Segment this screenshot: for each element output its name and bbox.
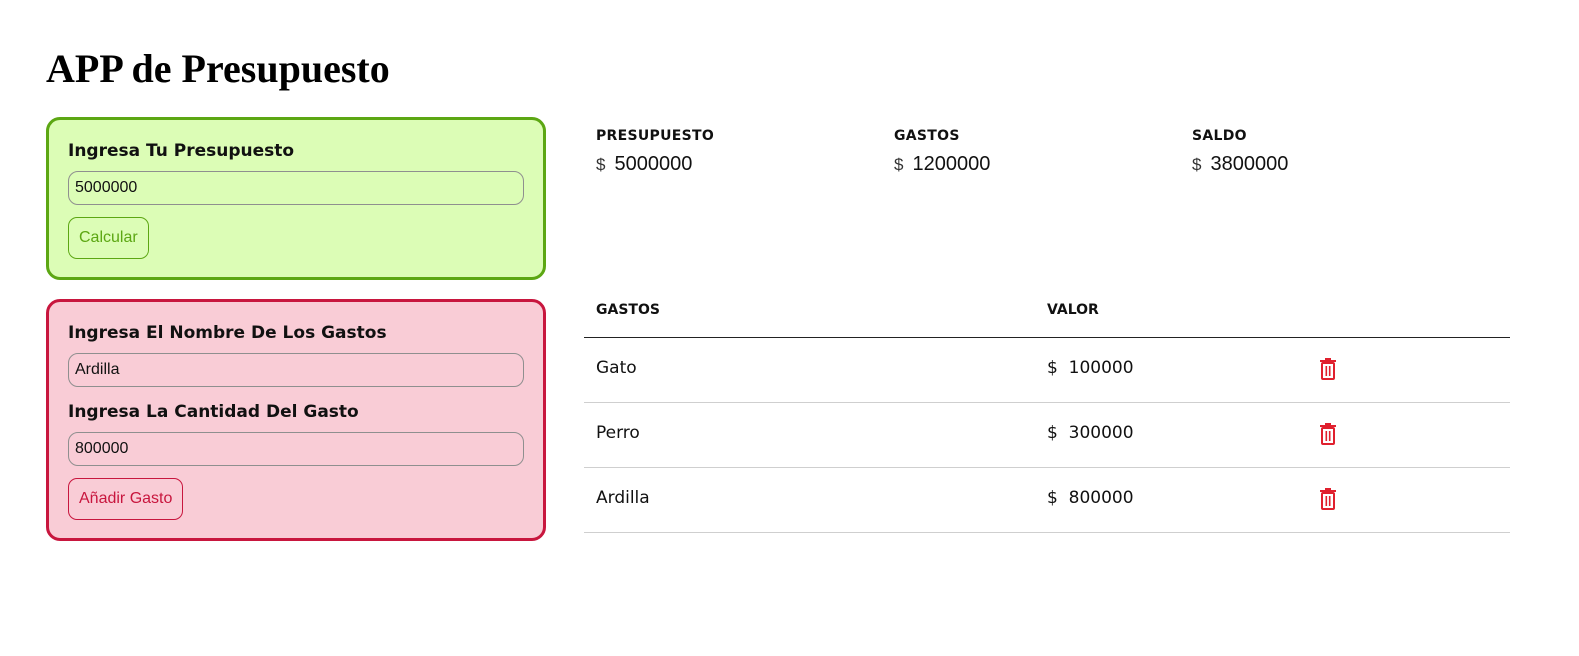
- expense-amount-label: Ingresa La Cantidad Del Gasto: [68, 402, 359, 422]
- currency-symbol: $: [596, 155, 606, 174]
- trash-icon[interactable]: [1319, 358, 1337, 380]
- summary-budget: PRESUPUESTO $5000000: [596, 128, 714, 176]
- expense-amount: 100000: [1068, 358, 1134, 378]
- summary-expenses-amount: 1200000: [912, 153, 991, 175]
- summary-expenses: GASTOS $1200000: [894, 128, 990, 176]
- summary-expenses-label: GASTOS: [894, 128, 960, 144]
- expense-name-label: Ingresa El Nombre De Los Gastos: [68, 323, 387, 343]
- expense-name: Perro: [596, 423, 640, 443]
- summary-balance-label: SALDO: [1192, 128, 1247, 144]
- expense-name-input[interactable]: [68, 353, 524, 387]
- table-row: Gato $ 100000: [584, 338, 1510, 403]
- currency-symbol: $: [1192, 155, 1202, 174]
- trash-icon[interactable]: [1319, 488, 1337, 510]
- budget-input[interactable]: [68, 171, 524, 205]
- expense-name: Gato: [596, 358, 637, 378]
- budget-label: Ingresa Tu Presupuesto: [68, 141, 295, 161]
- expense-name: Ardilla: [596, 488, 650, 508]
- trash-icon[interactable]: [1319, 423, 1337, 445]
- currency-symbol: $: [1047, 423, 1058, 443]
- column-header-expenses: GASTOS: [596, 302, 660, 318]
- page-title: APP de Presupuesto: [46, 46, 390, 91]
- currency-symbol: $: [894, 155, 904, 174]
- budget-form: Ingresa Tu Presupuesto Calcular: [46, 117, 546, 280]
- table-header: GASTOS VALOR: [584, 298, 1510, 338]
- expense-amount: 800000: [1068, 488, 1134, 508]
- expense-amount: 300000: [1068, 423, 1134, 443]
- summary-balance-amount: 3800000: [1210, 153, 1289, 175]
- table-row: Ardilla $ 800000: [584, 468, 1510, 533]
- calculate-button[interactable]: Calcular: [68, 217, 149, 259]
- currency-symbol: $: [1047, 358, 1058, 378]
- expenses-table: GASTOS VALOR Gato $ 100000 Perro $ 30000…: [584, 298, 1510, 533]
- add-expense-button[interactable]: Añadir Gasto: [68, 478, 184, 520]
- expense-form: Ingresa El Nombre De Los Gastos Ingresa …: [46, 299, 546, 541]
- table-row: Perro $ 300000: [584, 403, 1510, 468]
- column-header-value: VALOR: [1047, 302, 1099, 318]
- summary-budget-amount: 5000000: [614, 153, 693, 175]
- summary-budget-label: PRESUPUESTO: [596, 128, 715, 144]
- currency-symbol: $: [1047, 488, 1058, 508]
- expense-amount-input[interactable]: [68, 432, 524, 466]
- summary-balance: SALDO $3800000: [1192, 128, 1288, 176]
